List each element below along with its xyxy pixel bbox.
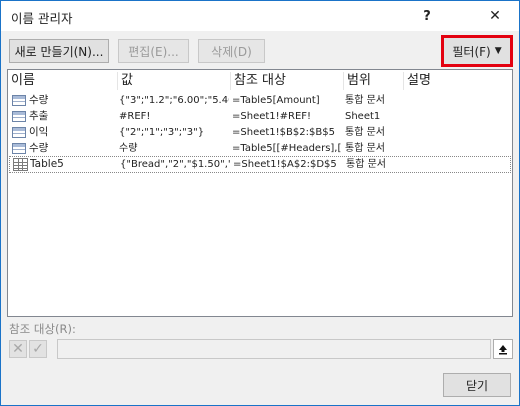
edit-name-button[interactable]: 편집(E)... <box>118 39 189 63</box>
list-item[interactable]: 수량 수량 =Table5[[#Headers],[Q... 통합 문서 <box>9 141 511 157</box>
item-scope: 통합 문서 <box>345 127 385 138</box>
dropdown-arrow-icon: ▼ <box>494 46 502 56</box>
named-range-icon <box>12 111 26 122</box>
item-value: {"3";"1.2";"6.00";"5.40"} <box>119 95 229 106</box>
column-header-comment[interactable]: 설명 <box>404 70 504 92</box>
dialog-title: 이름 관리자 <box>11 11 73 26</box>
title-bar: 이름 관리자 ? ✕ <box>1 1 519 31</box>
named-range-icon <box>12 127 26 138</box>
column-header-name[interactable]: 이름 <box>8 70 118 92</box>
collapse-dialog-button[interactable] <box>493 339 513 359</box>
column-header-value[interactable]: 값 <box>118 70 231 92</box>
list-item-selected[interactable]: Table5 {"Bread","2","$1.50","3"... =Shee… <box>9 156 511 173</box>
names-list[interactable]: 이름 값 참조 대상 범위 설명 수량 {"3";"1.2";"6.00";"5… <box>7 69 513 317</box>
item-refers-to: =Table5[Amount] <box>232 95 320 106</box>
new-name-button[interactable]: 새로 만들기(N)... <box>9 39 109 63</box>
column-header-refers-to[interactable]: 참조 대상 <box>231 70 344 92</box>
confirm-edit-icon[interactable]: ✓ <box>29 340 47 358</box>
item-name: 추출 <box>29 110 49 122</box>
filter-button-label: 필터(F) <box>452 44 491 59</box>
item-scope: 통합 문서 <box>345 143 385 154</box>
refers-to-label: 참조 대상(R): <box>9 322 76 336</box>
named-range-icon <box>12 95 26 106</box>
delete-name-button[interactable]: 삭제(D) <box>198 39 265 63</box>
table-icon <box>13 158 28 171</box>
column-header-scope[interactable]: 범위 <box>344 70 404 92</box>
item-name: 수량 <box>29 94 49 106</box>
close-button[interactable]: 닫기 <box>443 373 511 397</box>
item-name: 이익 <box>29 126 49 138</box>
list-item[interactable]: 추출 #REF! =Sheet1!#REF! Sheet1 <box>9 109 511 125</box>
help-button[interactable]: ? <box>407 1 447 31</box>
item-refers-to: =Table5[[#Headers],[Q... <box>232 143 342 154</box>
list-item[interactable]: 수량 {"3";"1.2";"6.00";"5.40"} =Table5[Amo… <box>9 93 511 109</box>
item-value: {"2";"1";"3";"3"} <box>119 127 205 138</box>
item-value: {"Bread","2","$1.50","3"... <box>120 159 230 170</box>
cancel-edit-icon[interactable]: ✕ <box>9 340 27 358</box>
item-value: #REF! <box>119 111 151 122</box>
collapse-arrow-icon <box>499 344 507 354</box>
list-item[interactable]: 이익 {"2";"1";"3";"3"} =Sheet1!$B$2:$B$5 통… <box>9 125 511 141</box>
item-refers-to: =Sheet1!$B$2:$B$5 <box>232 127 335 138</box>
close-icon[interactable]: ✕ <box>475 1 515 31</box>
item-scope: Sheet1 <box>345 111 381 122</box>
item-value: 수량 <box>119 143 138 154</box>
item-refers-to: =Sheet1!$A$2:$D$5 <box>233 159 337 170</box>
filter-button[interactable]: 필터(F) ▼ <box>441 35 513 67</box>
named-range-icon <box>12 143 26 154</box>
item-refers-to: =Sheet1!#REF! <box>232 111 312 122</box>
item-scope: 통합 문서 <box>345 95 385 106</box>
item-name: 수량 <box>29 142 49 154</box>
refers-to-input[interactable] <box>57 339 491 359</box>
name-manager-dialog: 이름 관리자 ? ✕ 새로 만들기(N)... 편집(E)... 삭제(D) 필… <box>0 0 520 406</box>
item-name: Table5 <box>30 158 64 170</box>
item-scope: 통합 문서 <box>346 159 386 170</box>
